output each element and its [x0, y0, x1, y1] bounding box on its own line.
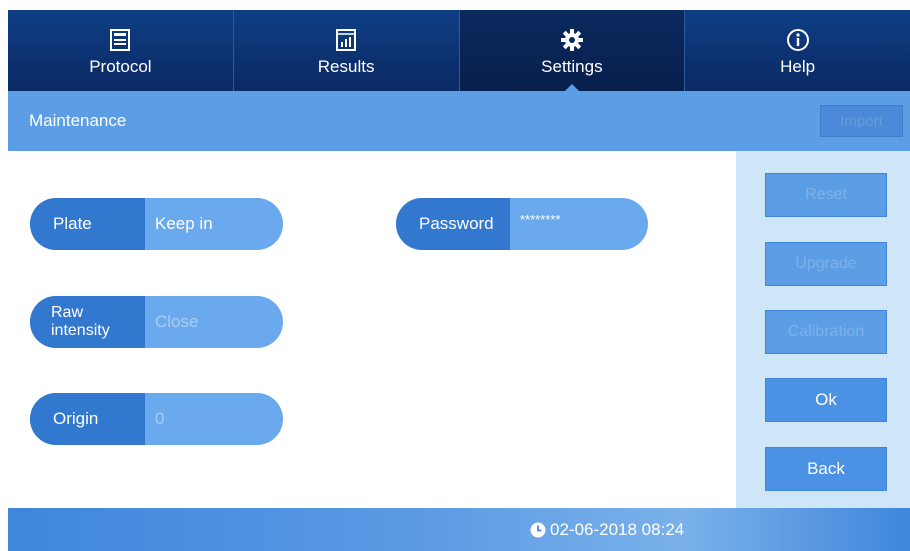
datetime-display: 02-06-2018 08:24: [530, 520, 684, 540]
password-field[interactable]: ********: [510, 198, 648, 250]
tab-help[interactable]: Help: [684, 10, 910, 91]
tab-label: Settings: [541, 56, 603, 76]
password-setting[interactable]: Password ********: [396, 198, 648, 250]
raw-intensity-label-line2: intensity: [51, 322, 110, 339]
raw-intensity-label: Raw intensity: [30, 296, 145, 348]
reset-button[interactable]: Reset: [765, 173, 887, 217]
gear-icon: [560, 25, 584, 55]
tab-label: Protocol: [89, 56, 152, 76]
ok-button[interactable]: Ok: [765, 378, 887, 422]
tab-label: Help: [780, 56, 816, 76]
back-button[interactable]: Back: [765, 447, 887, 491]
upgrade-button[interactable]: Upgrade: [765, 242, 887, 286]
tab-protocol[interactable]: Protocol: [8, 10, 233, 91]
info-icon: [786, 25, 810, 55]
tab-label: Results: [317, 56, 375, 76]
raw-intensity-label-line1: Raw: [51, 304, 84, 321]
plate-setting[interactable]: Plate Keep in: [30, 198, 283, 250]
action-panel: Reset Upgrade Calibration Ok Back: [736, 151, 910, 508]
settings-panel: Plate Keep in Raw intensity Close Origin…: [8, 151, 736, 508]
bar-chart-icon: [335, 25, 357, 55]
datetime-text: 02-06-2018 08:24: [550, 520, 685, 539]
plate-label: Plate: [30, 198, 145, 250]
origin-setting[interactable]: Origin 0: [30, 393, 283, 445]
import-button[interactable]: Import: [820, 105, 903, 137]
section-title: Maintenance: [29, 111, 127, 130]
window-icon: [109, 25, 131, 55]
top-navigation: Protocol Results Settings Help: [8, 10, 910, 92]
tab-results[interactable]: Results: [232, 10, 459, 91]
password-label: Password: [396, 198, 510, 250]
clock-icon: [530, 522, 546, 538]
section-header: Maintenance Import: [8, 91, 910, 151]
status-bar: 02-06-2018 08:24: [8, 508, 910, 551]
tab-settings[interactable]: Settings: [458, 10, 685, 92]
raw-intensity-value[interactable]: Close: [145, 296, 283, 348]
raw-intensity-setting[interactable]: Raw intensity Close: [30, 296, 283, 348]
origin-label: Origin: [30, 393, 145, 445]
plate-value[interactable]: Keep in: [145, 198, 283, 250]
origin-value[interactable]: 0: [145, 393, 283, 445]
calibration-button[interactable]: Calibration: [765, 310, 887, 354]
